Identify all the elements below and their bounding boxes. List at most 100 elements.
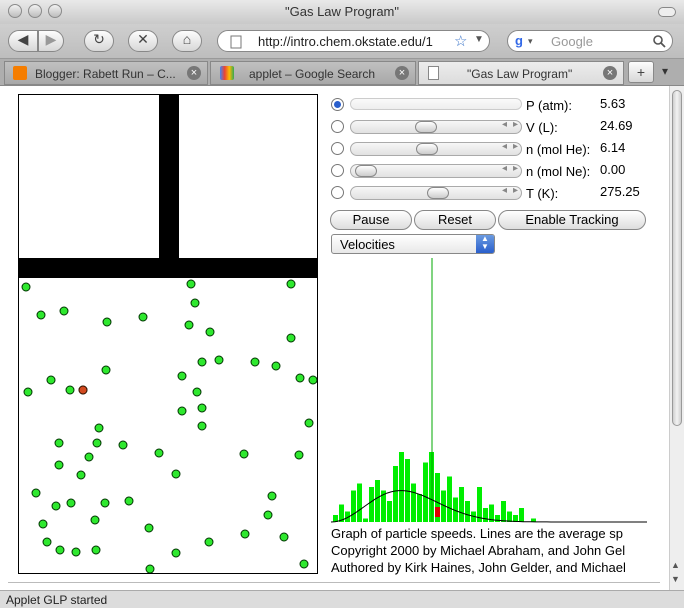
select-stepper-icon: ▲ ▼ <box>476 235 494 253</box>
particle <box>250 357 260 367</box>
histogram-bar <box>477 487 482 522</box>
particle <box>197 421 207 431</box>
status-text: Applet GLP started <box>6 593 108 607</box>
piston-rod <box>159 95 179 260</box>
piston-plate <box>19 258 317 278</box>
slider-left-arrow-icon[interactable]: ◂ <box>502 141 507 152</box>
volume-slider[interactable]: ◂ ▸ <box>350 119 522 134</box>
moles-he-slider-thumb[interactable] <box>416 143 439 155</box>
moles-he-slider[interactable]: ◂ ▸ <box>350 141 522 156</box>
pause-button[interactable]: Pause <box>330 210 412 230</box>
particle <box>76 470 86 480</box>
moles-he-value: 6.14 <box>600 140 626 155</box>
slider-left-arrow-icon[interactable]: ◂ <box>502 119 507 130</box>
reset-button[interactable]: Reset <box>414 210 496 230</box>
histogram-svg <box>330 258 647 523</box>
slider-left-arrow-icon[interactable]: ◂ <box>502 163 507 174</box>
new-tab-button[interactable]: + <box>628 61 654 83</box>
radio-selected-dot <box>334 101 341 108</box>
close-tab-icon[interactable]: × <box>603 66 617 80</box>
search-placeholder: Google <box>551 34 593 49</box>
histogram-bar <box>483 508 488 522</box>
radio-moles-ne[interactable] <box>331 164 344 177</box>
particle <box>154 448 164 458</box>
window-title: "Gas Law Program" <box>285 4 399 19</box>
temperature-slider[interactable]: ◂ ▸ <box>350 185 522 200</box>
tab-list-icon[interactable]: ▾ <box>662 64 668 78</box>
speed-histogram <box>330 258 649 524</box>
address-text[interactable]: http://intro.chem.okstate.edu/1 <box>258 34 458 49</box>
particle <box>145 564 155 573</box>
particle <box>100 498 110 508</box>
scroll-up-icon[interactable]: ▲ <box>671 560 680 570</box>
particle <box>23 387 33 397</box>
particle <box>42 537 52 547</box>
volume-slider-thumb[interactable] <box>414 121 437 133</box>
particles <box>21 279 317 573</box>
google-logo-icon[interactable]: g <box>515 33 523 48</box>
slider-right-arrow-icon[interactable]: ▸ <box>513 141 518 152</box>
particle <box>197 357 207 367</box>
tab-gas-law-program[interactable]: "Gas Law Program" × <box>418 61 624 85</box>
particle <box>118 440 128 450</box>
histogram-bar <box>399 452 404 522</box>
particle <box>299 559 309 569</box>
reload-button[interactable]: ↻ <box>84 30 114 52</box>
search-engine-dropdown-icon[interactable]: ▾ <box>528 36 533 47</box>
particle <box>304 418 314 428</box>
window-titlebar: "Gas Law Program" <box>0 0 684 24</box>
moles-ne-slider-thumb[interactable] <box>355 165 377 177</box>
reload-icon: ↻ <box>93 31 105 47</box>
slider-right-arrow-icon[interactable]: ▸ <box>513 119 518 130</box>
particle <box>65 385 75 395</box>
back-button[interactable]: ◀ <box>8 30 38 52</box>
page-icon <box>230 35 242 49</box>
address-bar[interactable]: http://intro.chem.okstate.edu/1 ☆ ▼ <box>217 30 490 52</box>
histogram-bar <box>369 487 374 522</box>
slider-left-arrow-icon[interactable]: ◂ <box>502 185 507 196</box>
forward-button[interactable]: ▶ <box>38 30 64 52</box>
search-field[interactable]: g ▾ Google <box>507 30 673 52</box>
radio-volume[interactable] <box>331 120 344 133</box>
tab-google-search[interactable]: applet – Google Search × <box>210 61 416 85</box>
url-dropdown-icon[interactable]: ▼ <box>474 34 484 45</box>
radio-moles-he[interactable] <box>331 142 344 155</box>
slider-right-arrow-icon[interactable]: ▸ <box>513 185 518 196</box>
radio-pressure[interactable] <box>331 98 344 111</box>
enable-tracking-button[interactable]: Enable Tracking <box>498 210 646 230</box>
close-tab-icon[interactable]: × <box>395 66 409 80</box>
moles-ne-slider[interactable]: ◂ ▸ <box>350 163 522 178</box>
slider-right-arrow-icon[interactable]: ▸ <box>513 163 518 174</box>
bookmark-star-icon[interactable]: ☆ <box>454 32 467 50</box>
particle <box>84 452 94 462</box>
stop-button[interactable]: ✕ <box>128 30 158 52</box>
home-button[interactable]: ⌂ <box>172 30 202 52</box>
scroll-down-icon[interactable]: ▼ <box>671 574 680 584</box>
particle <box>124 496 134 506</box>
particle <box>38 519 48 529</box>
pressure-value: 5.63 <box>600 96 626 111</box>
vertical-scrollbar[interactable]: ▲ ▼ <box>669 86 684 591</box>
particle <box>214 355 224 365</box>
particle <box>286 333 296 343</box>
tab-blogger[interactable]: Blogger: Rabett Run – C... × <box>4 61 208 85</box>
gas-container <box>18 94 318 574</box>
particle <box>101 365 111 375</box>
graph-type-select[interactable]: Velocities ▲ ▼ <box>331 234 495 254</box>
particle <box>240 529 250 539</box>
toolbar-toggle-button[interactable] <box>658 7 676 17</box>
close-tab-icon[interactable]: × <box>187 66 201 80</box>
search-icon[interactable] <box>653 35 666 48</box>
particle <box>66 498 76 508</box>
particle <box>31 488 41 498</box>
copyright-text: Copyright 2000 by Michael Abraham, and J… <box>331 543 626 558</box>
histogram-bar <box>393 466 398 522</box>
particle <box>279 532 289 542</box>
histogram-bar <box>501 501 506 522</box>
particle <box>71 547 81 557</box>
radio-temperature[interactable] <box>331 186 344 199</box>
plus-icon: + <box>636 64 646 80</box>
scrollbar-thumb[interactable] <box>672 90 682 426</box>
moles-he-label: n (mol He): <box>526 142 591 157</box>
temperature-slider-thumb[interactable] <box>427 187 450 199</box>
